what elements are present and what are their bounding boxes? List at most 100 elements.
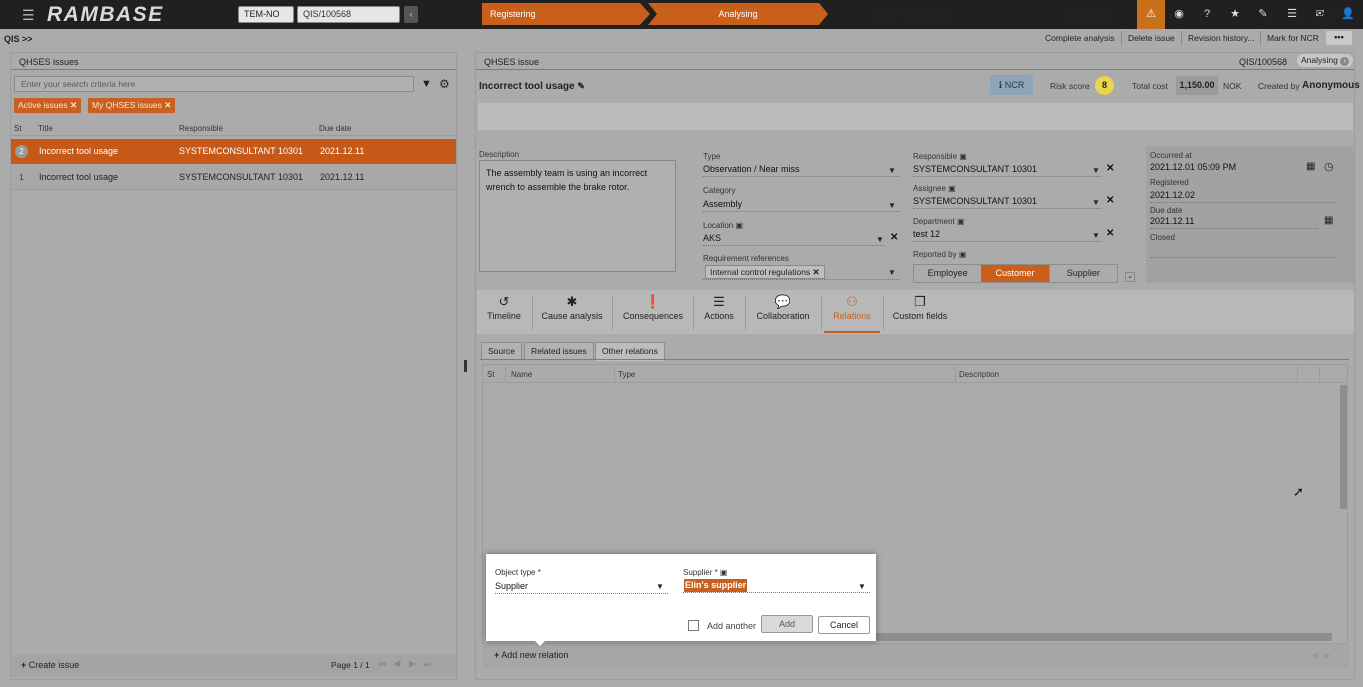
col-title[interactable]: Title <box>38 124 53 133</box>
step-waiting[interactable]: Waiting for actions <box>826 3 1002 25</box>
issue-title[interactable]: Incorrect tool usage ✎ <box>479 81 585 92</box>
tab-consequences[interactable]: ❗ Consequences <box>617 293 689 333</box>
step-registering[interactable]: Registering <box>482 3 650 25</box>
tab-cause-analysis[interactable]: ✱ Cause analysis <box>537 293 607 333</box>
table-row[interactable]: 2 Incorrect tool usage SYSTEMCONSULTANT … <box>11 139 456 164</box>
company-select[interactable]: TEM-NO <box>238 6 294 23</box>
chevron-down-icon[interactable]: ▼ <box>888 268 896 277</box>
supplier-label-text: Supplier * <box>683 568 718 577</box>
req-chip[interactable]: Internal control regulations ✕ <box>705 265 825 279</box>
grid-pager-icons[interactable]: ◀▶ <box>1311 650 1337 661</box>
tab-relations[interactable]: ⚇ Relations <box>824 293 880 333</box>
step-analysing[interactable]: Analysing <box>648 3 828 25</box>
chevron-down-icon[interactable]: ▼ <box>876 235 884 244</box>
question-icon[interactable]: ? <box>1193 0 1221 29</box>
col-name[interactable]: Name <box>511 370 532 379</box>
mark-for-ncr-button[interactable]: Mark for NCR <box>1260 31 1325 45</box>
search-input[interactable]: Enter your search criteria here <box>14 76 414 92</box>
supplier-value[interactable]: Elin's supplier <box>684 579 748 592</box>
clear-location-icon[interactable]: ✕ <box>890 232 898 243</box>
chevron-down-icon[interactable]: ▼ <box>888 166 896 175</box>
chevron-down-icon[interactable]: ▼ <box>858 582 866 591</box>
calendar-icon[interactable]: ▦ <box>1324 215 1333 226</box>
cancel-button[interactable]: Cancel <box>818 616 870 634</box>
step-reviewing[interactable]: Reviewing <box>1000 3 1176 25</box>
create-issue-button[interactable]: + Create issue <box>21 660 79 670</box>
add-another-checkbox[interactable] <box>688 620 699 631</box>
vertical-scrollbar[interactable] <box>1340 385 1347 509</box>
department-select[interactable]: test 12 <box>913 228 1101 242</box>
calendar-icon[interactable]: ▦ <box>1306 161 1315 172</box>
clear-assignee-icon[interactable]: ✕ <box>1106 195 1114 206</box>
tab-label: Cause analysis <box>541 311 603 321</box>
revision-history-button[interactable]: Revision history... <box>1181 31 1260 45</box>
reported-supplier[interactable]: Supplier <box>1048 265 1117 282</box>
link-icon[interactable]: ▣ <box>948 184 956 193</box>
link-icon[interactable]: ▣ <box>735 221 743 230</box>
col-description[interactable]: Description <box>959 370 999 379</box>
pager-icons[interactable]: ⏮◀▶⏭ <box>378 659 438 670</box>
tab-custom-fields[interactable]: ❐ Custom fields <box>888 293 952 333</box>
tab-timeline[interactable]: ↺ Timeline <box>480 293 528 333</box>
chip-active-issues[interactable]: Active issues ✕ <box>14 98 82 113</box>
chevron-down-icon[interactable]: ▼ <box>656 582 664 591</box>
subtab-related-issues[interactable]: Related issues <box>524 342 594 360</box>
responsible-select[interactable]: SYSTEMCONSULTANT 10301 <box>913 163 1101 177</box>
col-responsible[interactable]: Responsible <box>179 124 223 133</box>
reported-customer[interactable]: Customer <box>981 265 1049 282</box>
type-select[interactable]: Observation / Near miss <box>703 163 899 177</box>
chevron-down-icon[interactable]: ▼ <box>1092 231 1100 240</box>
supplier-label: Supplier * ▣ <box>683 568 727 577</box>
gear-icon[interactable]: ⚙ <box>439 77 450 91</box>
clock-icon[interactable]: ◷ <box>1324 160 1334 173</box>
complete-analysis-button[interactable]: Complete analysis <box>1039 31 1120 45</box>
relations-footer <box>483 644 1349 668</box>
edit-pencil-icon[interactable]: ✎ <box>577 81 585 91</box>
reported-employee[interactable]: Employee <box>914 265 981 282</box>
occurred-value[interactable]: 2021.12.01 05:09 PM <box>1150 161 1318 175</box>
expand-icon[interactable]: ⌄ <box>1125 272 1135 282</box>
link-icon[interactable]: ▣ <box>959 152 967 161</box>
filter-icon[interactable]: ▼ <box>421 78 432 90</box>
col-st[interactable]: St <box>487 370 495 379</box>
chevron-down-icon[interactable]: ▼ <box>888 201 896 210</box>
star-icon[interactable]: ★ <box>1221 0 1249 29</box>
due-value[interactable]: 2021.12.11 <box>1150 215 1318 229</box>
hamburger-menu-icon[interactable]: ☰ <box>22 7 35 24</box>
clear-department-icon[interactable]: ✕ <box>1106 228 1114 239</box>
add-button[interactable]: Add <box>761 615 813 633</box>
subtab-source[interactable]: Source <box>481 342 522 360</box>
delete-issue-button[interactable]: Delete issue <box>1121 31 1181 45</box>
tab-actions[interactable]: ☰ Actions <box>697 293 741 333</box>
ncr-button[interactable]: ℹ NCR <box>990 75 1033 95</box>
app-logo: RAMBASE <box>47 3 164 26</box>
link-icon[interactable]: ▣ <box>720 568 728 577</box>
status-info-icon[interactable]: › <box>1340 57 1350 66</box>
col-type[interactable]: Type <box>618 370 635 379</box>
col-st[interactable]: St <box>14 124 22 133</box>
chip-my-issues[interactable]: My QHSES issues ✕ <box>88 98 176 113</box>
quick-search-button[interactable]: ‹ <box>404 6 418 23</box>
step-closed[interactable]: Closed <box>1270 3 1350 25</box>
assignee-select[interactable]: SYSTEMCONSULTANT 10301 <box>913 195 1101 209</box>
location-label-text: Location <box>703 221 734 230</box>
link-icon[interactable]: ▣ <box>957 217 965 226</box>
table-row[interactable]: 1 Incorrect tool usage SYSTEMCONSULTANT … <box>11 165 456 190</box>
tab-label: Timeline <box>487 311 521 321</box>
breadcrumb[interactable]: QIS >> <box>4 34 33 44</box>
tab-label: Relations <box>833 311 871 321</box>
chevron-down-icon[interactable]: ▼ <box>1092 166 1100 175</box>
clear-responsible-icon[interactable]: ✕ <box>1106 163 1114 174</box>
object-type-select[interactable]: Supplier <box>495 580 668 594</box>
quick-search-input[interactable]: QIS/100568 <box>297 6 400 23</box>
chevron-down-icon[interactable]: ▼ <box>1092 198 1100 207</box>
category-select[interactable]: Assembly <box>703 198 899 212</box>
more-actions-button[interactable]: ••• <box>1326 31 1352 45</box>
col-due-date[interactable]: Due date <box>319 124 351 133</box>
splitter-handle[interactable] <box>464 360 467 372</box>
location-select[interactable]: AKS <box>703 232 885 246</box>
tab-collaboration[interactable]: 💬 Collaboration <box>749 293 817 333</box>
description-textarea[interactable]: The assembly team is using an incorrect … <box>479 160 676 272</box>
link-icon[interactable]: ▣ <box>959 250 967 259</box>
add-new-relation-button[interactable]: + Add new relation <box>494 650 568 660</box>
